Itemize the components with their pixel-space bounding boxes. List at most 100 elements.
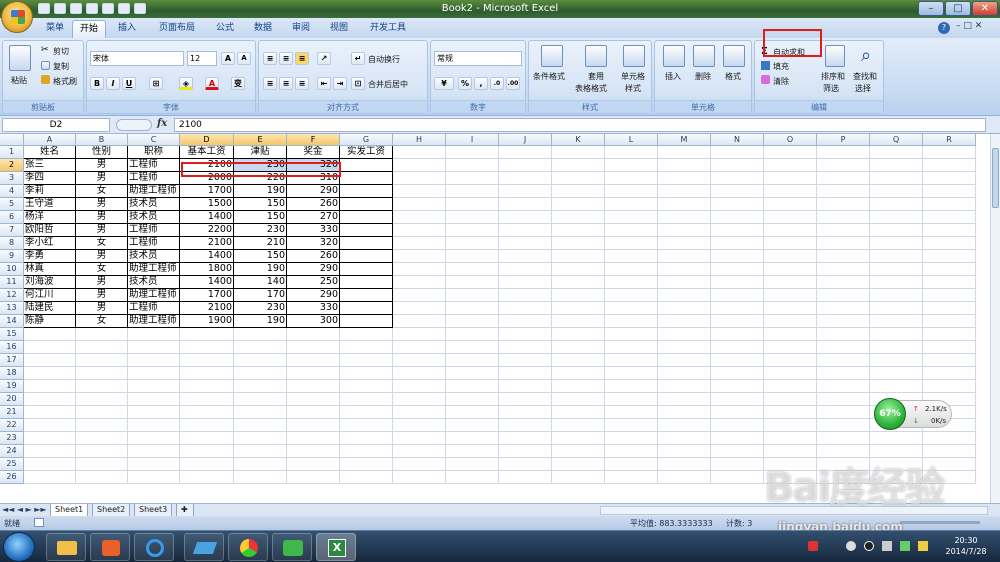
cell[interactable]: [764, 419, 817, 432]
cell[interactable]: [817, 276, 870, 289]
cell[interactable]: [711, 198, 764, 211]
cell[interactable]: [658, 354, 711, 367]
name-box[interactable]: D2: [2, 118, 110, 132]
cell[interactable]: [658, 289, 711, 302]
tab-insert[interactable]: 插入: [110, 20, 144, 38]
cell[interactable]: [76, 367, 128, 380]
cell[interactable]: [76, 341, 128, 354]
cell[interactable]: [340, 198, 393, 211]
cell[interactable]: [393, 263, 446, 276]
cell[interactable]: 270: [287, 211, 340, 224]
cell[interactable]: [552, 211, 605, 224]
cell[interactable]: [764, 185, 817, 198]
cell[interactable]: [446, 263, 499, 276]
cell[interactable]: [446, 250, 499, 263]
cell[interactable]: [180, 354, 234, 367]
cell[interactable]: [128, 471, 180, 484]
cell[interactable]: 290: [287, 185, 340, 198]
cell[interactable]: 男: [76, 250, 128, 263]
cell[interactable]: [923, 315, 976, 328]
cell[interactable]: [764, 393, 817, 406]
cell[interactable]: [764, 250, 817, 263]
cell[interactable]: 男: [76, 198, 128, 211]
cell[interactable]: [923, 276, 976, 289]
cell[interactable]: [393, 302, 446, 315]
cell[interactable]: [764, 380, 817, 393]
vertical-scrollbar[interactable]: [990, 134, 1000, 503]
cell[interactable]: [658, 198, 711, 211]
cell[interactable]: [817, 224, 870, 237]
cell[interactable]: 李四: [24, 172, 76, 185]
cell[interactable]: [658, 458, 711, 471]
cell[interactable]: [658, 250, 711, 263]
cell[interactable]: 330: [287, 302, 340, 315]
cell[interactable]: 300: [287, 315, 340, 328]
cell[interactable]: [499, 458, 552, 471]
redo-icon[interactable]: [70, 3, 82, 14]
cell[interactable]: 李莉: [24, 185, 76, 198]
cell[interactable]: [764, 289, 817, 302]
cell[interactable]: [128, 328, 180, 341]
cell[interactable]: 男: [76, 302, 128, 315]
cell[interactable]: [24, 432, 76, 445]
cell[interactable]: [817, 341, 870, 354]
cell[interactable]: [870, 276, 923, 289]
cell[interactable]: [76, 458, 128, 471]
worksheet-grid[interactable]: A B C D E F G H I J K L M N O P Q R 1 姓名 性别 职称 基本工资 津贴 奖金 实发工资 2 张三…: [0, 134, 990, 503]
phonetic-icon[interactable]: 变: [231, 77, 245, 90]
cell[interactable]: 实发工资: [340, 146, 393, 159]
cell[interactable]: 女: [76, 263, 128, 276]
cell[interactable]: [446, 211, 499, 224]
italic-button[interactable]: I: [106, 77, 120, 90]
cell[interactable]: [24, 354, 76, 367]
cell[interactable]: 欧阳哲: [24, 224, 76, 237]
network-tray-icon[interactable]: [900, 541, 910, 551]
cell[interactable]: [711, 159, 764, 172]
cell[interactable]: [711, 419, 764, 432]
cell[interactable]: [658, 315, 711, 328]
cell[interactable]: [499, 263, 552, 276]
cell[interactable]: 助理工程师: [128, 263, 180, 276]
cell[interactable]: [605, 276, 658, 289]
cell[interactable]: [711, 263, 764, 276]
cell[interactable]: 230: [234, 224, 287, 237]
row-header[interactable]: 22: [0, 419, 24, 432]
cell[interactable]: [340, 380, 393, 393]
cell[interactable]: [24, 419, 76, 432]
merge-center-button[interactable]: 合并后居中: [368, 79, 408, 90]
tab-home[interactable]: 开始: [72, 20, 106, 38]
formula-bar-splitter[interactable]: [116, 119, 152, 131]
find-select-label-1[interactable]: 查找和: [853, 71, 877, 82]
cell[interactable]: [764, 211, 817, 224]
row-header[interactable]: 20: [0, 393, 24, 406]
cell[interactable]: [180, 367, 234, 380]
cell[interactable]: [446, 406, 499, 419]
cell[interactable]: [552, 406, 605, 419]
cell[interactable]: [552, 198, 605, 211]
cell[interactable]: [287, 445, 340, 458]
cell[interactable]: [923, 289, 976, 302]
cell[interactable]: [499, 237, 552, 250]
tray-penguin-icon[interactable]: [864, 541, 874, 551]
cell[interactable]: [552, 224, 605, 237]
delete-cells-button[interactable]: 删除: [695, 71, 711, 82]
cell[interactable]: [76, 419, 128, 432]
format-cells-button[interactable]: 格式: [725, 71, 741, 82]
cell[interactable]: [552, 380, 605, 393]
cell[interactable]: 190: [234, 263, 287, 276]
cell[interactable]: 2100: [180, 302, 234, 315]
cell[interactable]: [658, 471, 711, 484]
column-header[interactable]: C: [128, 134, 180, 146]
cell[interactable]: 男: [76, 159, 128, 172]
row-header[interactable]: 6: [0, 211, 24, 224]
cell[interactable]: [499, 315, 552, 328]
cell[interactable]: [393, 380, 446, 393]
cell[interactable]: [923, 237, 976, 250]
cell[interactable]: [128, 445, 180, 458]
column-header[interactable]: J: [499, 134, 552, 146]
cell[interactable]: [711, 185, 764, 198]
cell[interactable]: [287, 354, 340, 367]
cell[interactable]: [658, 276, 711, 289]
cell[interactable]: [446, 289, 499, 302]
cell[interactable]: [764, 263, 817, 276]
